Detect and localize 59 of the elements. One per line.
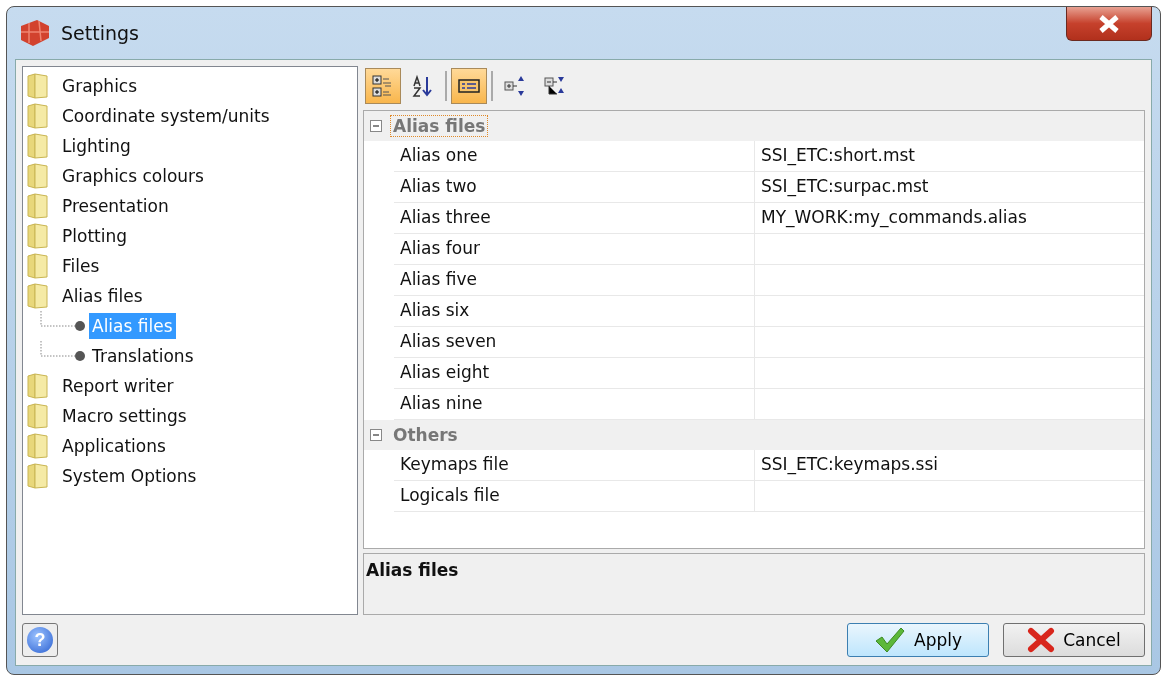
property-name[interactable]: Alias six <box>394 296 755 326</box>
folder-icon <box>27 133 49 159</box>
property-value[interactable]: SSI_ETC:surpac.mst <box>755 172 1144 202</box>
property-name[interactable]: Alias two <box>394 172 755 202</box>
tree-item[interactable]: Translations <box>89 343 197 369</box>
folder-icon <box>27 373 49 399</box>
folder-icon <box>27 223 49 249</box>
close-icon <box>1098 14 1120 33</box>
tree-item[interactable]: Graphics <box>59 73 141 99</box>
folder-icon <box>27 403 49 429</box>
property-name[interactable]: Alias nine <box>394 389 755 419</box>
property-value[interactable]: SSI_ETC:keymaps.ssi <box>755 450 1144 480</box>
tree-item[interactable]: Presentation <box>59 193 172 219</box>
tree-item[interactable]: Applications <box>59 433 169 459</box>
folder-icon <box>27 253 49 279</box>
collapse-icon <box>543 74 567 98</box>
collapse-toggle[interactable] <box>370 429 382 441</box>
tree-item[interactable]: Alias files <box>59 283 146 309</box>
category-label[interactable]: Alias files <box>390 115 489 137</box>
cancel-button[interactable]: Cancel <box>1003 623 1145 657</box>
minus-icon <box>372 431 380 439</box>
tree-item[interactable]: Macro settings <box>59 403 190 429</box>
tree-item[interactable]: System Options <box>59 463 200 489</box>
window-title: Settings <box>61 22 139 44</box>
folder-icon <box>27 193 49 219</box>
property-name[interactable]: Alias four <box>394 234 755 264</box>
minus-icon <box>372 122 380 130</box>
property-name[interactable]: Alias three <box>394 203 755 233</box>
expand-icon <box>503 74 527 98</box>
folder-icon <box>27 283 49 309</box>
apply-button[interactable]: Apply <box>847 623 989 657</box>
collapse-toggle[interactable] <box>370 120 382 132</box>
folder-icon <box>27 433 49 459</box>
tree-item[interactable]: Graphics colours <box>59 163 207 189</box>
alphabetical-icon <box>411 74 435 98</box>
property-name[interactable]: Alias eight <box>394 358 755 388</box>
category-label[interactable]: Others <box>390 424 461 446</box>
tree-item[interactable]: Files <box>59 253 103 279</box>
tree-item[interactable]: Plotting <box>59 223 130 249</box>
tree-item[interactable]: Report writer <box>59 373 177 399</box>
description-title: Alias files <box>366 560 459 580</box>
folder-icon <box>27 73 49 99</box>
property-value[interactable]: SSI_ETC:short.mst <box>755 141 1144 171</box>
toolbar-button[interactable] <box>451 68 487 104</box>
folder-icon <box>27 163 49 189</box>
app-icon <box>19 18 51 48</box>
close-button[interactable] <box>1066 7 1152 41</box>
cross-icon <box>1027 627 1056 653</box>
tree-item[interactable]: Lighting <box>59 133 134 159</box>
property-name[interactable]: Alias seven <box>394 327 755 357</box>
property-name[interactable]: Alias one <box>394 141 755 171</box>
property-value[interactable]: MY_WORK:my_commands.alias <box>755 203 1144 233</box>
property-name[interactable]: Keymaps file <box>394 450 755 480</box>
checkmark-icon <box>874 627 906 653</box>
property-name[interactable]: Alias five <box>394 265 755 295</box>
property-name[interactable]: Logicals file <box>394 481 755 511</box>
folder-icon <box>27 463 49 489</box>
tree-item[interactable]: Coordinate system/units <box>59 103 273 129</box>
folder-icon <box>27 103 49 129</box>
